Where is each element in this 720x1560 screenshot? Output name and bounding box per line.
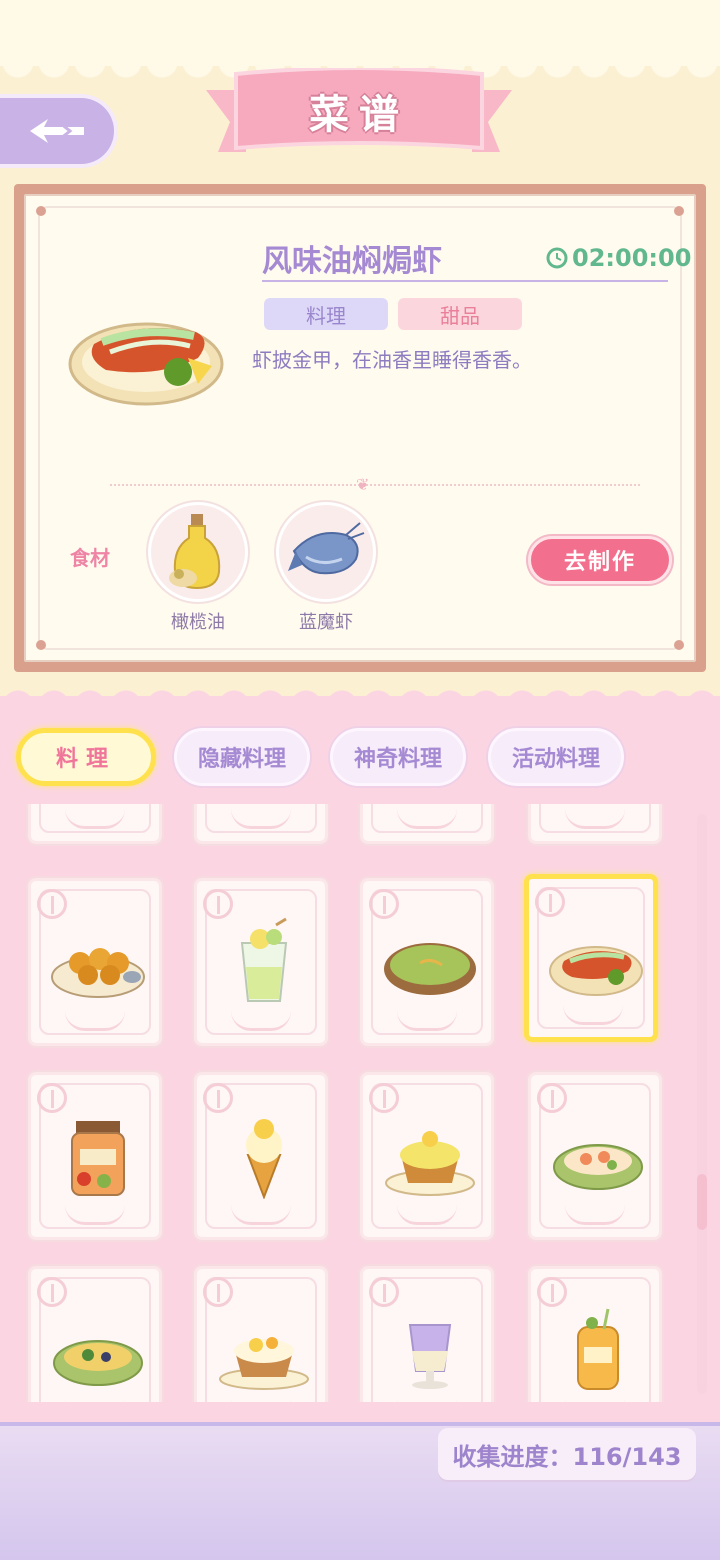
scrollbar-thumb[interactable] <box>697 1174 707 1230</box>
veggie-gratin-icon <box>53 1340 143 1386</box>
tag-cuisine: 料理 <box>264 298 388 330</box>
tag-dessert: 甜品 <box>398 298 522 330</box>
ingredient-name-blue-shrimp: 蓝魔虾 <box>299 612 353 633</box>
recipe-card-fried-balls[interactable] <box>28 878 162 1046</box>
purple-drink-icon <box>408 1324 452 1389</box>
fork-icon <box>537 1083 567 1113</box>
recipe-card-purple-drink[interactable] <box>360 1266 494 1402</box>
recipe-card-green-soup[interactable] <box>360 878 494 1046</box>
recipe-card-lemon-cupcake[interactable] <box>360 1072 494 1240</box>
pickle-jar-icon <box>71 1121 125 1196</box>
top-strip <box>0 0 720 66</box>
title-ribbon: 菜谱 <box>206 68 512 164</box>
recipe-card[interactable] <box>194 804 328 844</box>
recipe-card[interactable] <box>528 804 662 844</box>
recipe-grid <box>0 804 720 1402</box>
divider <box>110 484 640 486</box>
bow-icon: ❦ <box>356 475 370 494</box>
page-title: 菜谱 <box>309 92 409 138</box>
recipe-card-veggie-gratin[interactable] <box>28 1266 162 1402</box>
recipe-card-fruit-tart[interactable] <box>194 1266 328 1402</box>
ingredient-blue-shrimp[interactable] <box>276 502 376 602</box>
fork-icon <box>535 887 565 917</box>
recipe-card-ice-cream-cone[interactable] <box>194 1072 328 1240</box>
shrimp-salad-icon <box>553 1144 643 1190</box>
recipe-card-orange-juice-jar[interactable] <box>528 1266 662 1402</box>
ingredients-label: 食材 <box>70 546 110 570</box>
dish-description: 虾披金甲，在油香里睡得香香。 <box>252 348 532 372</box>
make-button[interactable]: 去制作 <box>528 536 672 584</box>
blue-shrimp-icon <box>288 522 365 575</box>
fruit-tart-icon <box>219 1337 309 1390</box>
back-arrow-icon <box>30 119 84 143</box>
lemon-cupcake-icon <box>385 1131 475 1196</box>
orange-juice-jar-icon <box>577 1308 619 1390</box>
ingredient-name-olive-oil: 橄榄油 <box>171 612 225 633</box>
fork-icon <box>537 1277 567 1307</box>
lemon-drink-icon <box>240 917 288 1002</box>
fork-icon <box>203 1277 233 1307</box>
fork-icon <box>203 889 233 919</box>
timer: 02:00:00 <box>546 244 691 272</box>
tab-hidden-cuisine[interactable]: 隐藏料理 <box>174 728 310 786</box>
ice-cream-cone-icon <box>246 1119 282 1199</box>
clock-icon <box>546 247 568 269</box>
recipe-card-lemon-drink[interactable] <box>194 878 328 1046</box>
name-underline <box>262 280 668 282</box>
fork-icon <box>37 1083 67 1113</box>
recipe-card[interactable] <box>360 804 494 844</box>
fork-icon <box>37 889 67 919</box>
fork-icon <box>37 1277 67 1307</box>
olive-oil-icon <box>169 514 221 590</box>
tab-magic-cuisine[interactable]: 神奇料理 <box>330 728 466 786</box>
recipe-card[interactable] <box>28 804 162 844</box>
butter-shrimp-icon <box>549 946 643 996</box>
back-button[interactable] <box>0 94 118 168</box>
fork-icon <box>369 1083 399 1113</box>
timer-text: 02:00:00 <box>572 244 692 272</box>
fork-icon <box>203 1083 233 1113</box>
tab-cuisine[interactable]: 料理 <box>16 728 156 786</box>
fried-balls-icon <box>51 948 145 998</box>
dish-name: 风味油焖焗虾 <box>262 244 442 279</box>
recipe-detail-card: 风味油焖焗虾 02:00:00 料理 甜品 虾披金甲，在油香里睡得香香。 ❦ 食… <box>14 184 706 672</box>
scrollbar[interactable] <box>697 814 707 1394</box>
ingredient-olive-oil[interactable] <box>148 502 248 602</box>
recipe-card-shrimp-salad[interactable] <box>528 1072 662 1240</box>
fork-icon <box>369 889 399 919</box>
recipe-card-butter-shrimp[interactable] <box>524 874 658 1042</box>
collection-progress: 收集进度：116/143 <box>438 1428 696 1480</box>
fork-icon <box>369 1277 399 1307</box>
butter-shrimp-dish-image <box>68 322 224 406</box>
recipe-card-pickle-jar[interactable] <box>28 1072 162 1240</box>
tab-event-cuisine[interactable]: 活动料理 <box>488 728 624 786</box>
green-soup-icon <box>384 943 476 995</box>
